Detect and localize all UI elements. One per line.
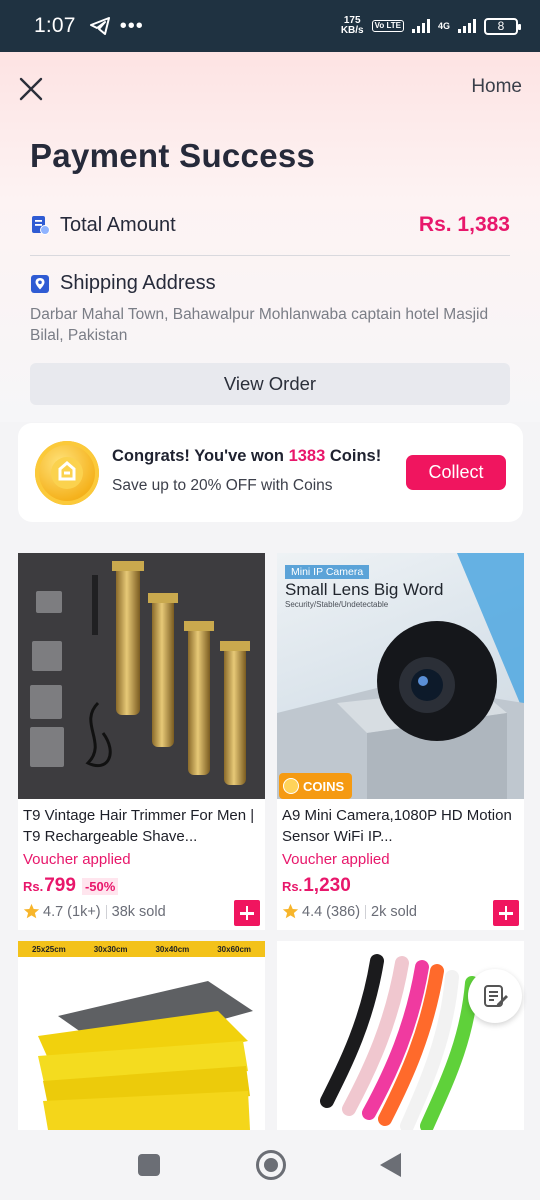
shipping-address-label: Shipping Address	[60, 272, 216, 294]
telegram-icon	[89, 17, 110, 35]
product-card[interactable]: Mini IP Camera Small Lens Big Word Secur…	[277, 553, 524, 930]
coin-icon	[283, 778, 299, 794]
coins-subtitle: Save up to 20% OFF with Coins	[112, 477, 333, 494]
coins-reward-card: Congrats! You've won 1383 Coins! Save up…	[18, 423, 523, 522]
home-link[interactable]: Home	[471, 76, 522, 98]
voucher-label: Voucher applied	[282, 851, 390, 868]
product-image[interactable]	[18, 553, 265, 799]
status-bar: 1:07 ••• 175 KB/s Vo LTE 4G 8	[0, 0, 540, 52]
view-order-button[interactable]: View Order	[30, 363, 510, 405]
total-amount-value: Rs. 1,383	[418, 213, 510, 236]
product-image[interactable]: Mini IP Camera Small Lens Big Word Secur…	[277, 553, 524, 799]
coin-icon	[35, 441, 99, 505]
receipt-icon	[32, 216, 50, 235]
back-button[interactable]	[380, 1153, 401, 1177]
coins-badge: COINS	[279, 773, 353, 799]
product-price: Rs. 1,230	[282, 875, 351, 896]
coins-amount: 1383	[288, 447, 326, 465]
total-amount-label: Total Amount	[60, 213, 176, 236]
coins-congrats-text: Congrats! You've won 1383 Coins!	[112, 447, 382, 465]
discount-badge: -50%	[81, 878, 119, 895]
image-subline: Security/Stable/Undetectable	[285, 600, 389, 609]
towel-image	[38, 981, 253, 1130]
network-type: 4G	[437, 20, 450, 31]
feedback-button[interactable]	[468, 969, 522, 1023]
product-image[interactable]: 25x25cm 30x30cm 30x40cm 30x60cm	[18, 941, 265, 1130]
more-notifications-icon: •••	[119, 14, 144, 37]
add-to-cart-button[interactable]	[234, 900, 260, 926]
shipping-address-row: Shipping Address	[30, 272, 510, 295]
product-title[interactable]: A9 Mini Camera,1080P HD Motion Sensor Wi…	[282, 805, 522, 847]
status-time: 1:07	[34, 14, 76, 37]
product-rating: 4.4 (386) 2k sold	[282, 903, 417, 920]
network-speed: 175 KB/s	[340, 15, 364, 36]
shipping-address-text: Darbar Mahal Town, Bahawalpur Mohlanwaba…	[30, 306, 489, 344]
battery-icon: 8	[484, 17, 521, 35]
star-icon	[23, 903, 40, 919]
product-card[interactable]: T9 Vintage Hair Trimmer For Men | T9 Rec…	[18, 553, 265, 930]
image-chip: Mini IP Camera	[285, 565, 370, 579]
location-icon	[31, 274, 49, 293]
product-title[interactable]: T9 Vintage Hair Trimmer For Men | T9 Rec…	[23, 805, 263, 847]
star-icon	[282, 903, 299, 919]
divider	[30, 255, 510, 256]
product-price: Rs. 799 -50%	[23, 875, 119, 897]
collect-button[interactable]: Collect	[406, 455, 506, 490]
trimmer-image	[18, 553, 265, 799]
product-rating: 4.7 (1k+) 38k sold	[23, 903, 166, 920]
signal-icon-2	[458, 19, 476, 33]
image-headline: Small Lens Big Word	[285, 580, 444, 599]
volte-icon: Vo LTE	[371, 20, 404, 32]
home-button[interactable]	[256, 1150, 286, 1180]
close-icon[interactable]	[18, 76, 44, 102]
signal-icon	[411, 19, 430, 33]
recents-button[interactable]	[138, 1154, 160, 1176]
system-navigation-bar	[0, 1130, 540, 1200]
add-to-cart-button[interactable]	[493, 900, 519, 926]
voucher-label: Voucher applied	[23, 851, 131, 868]
note-edit-icon	[484, 985, 508, 1007]
product-card[interactable]: 25x25cm 30x30cm 30x40cm 30x60cm	[18, 941, 265, 1130]
total-amount-row: Total Amount Rs. 1,383	[30, 210, 510, 240]
page-title: Payment Success	[30, 137, 316, 174]
